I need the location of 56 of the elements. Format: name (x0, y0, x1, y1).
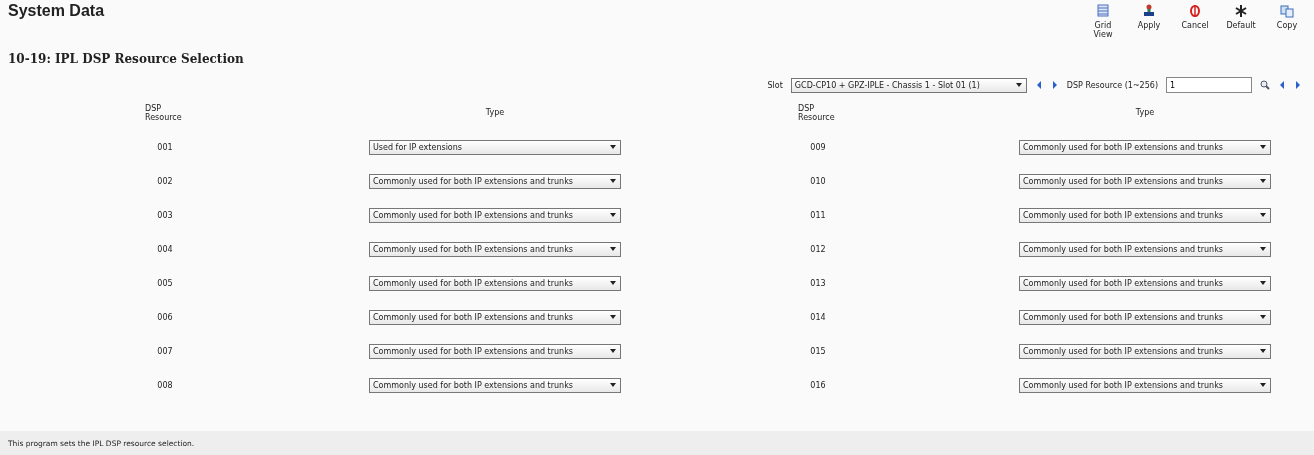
range-label: DSP Resource (1~256) (1066, 80, 1158, 90)
page-title: System Data (8, 2, 105, 21)
resource-number: 008 (157, 380, 173, 390)
copy-icon (1280, 4, 1294, 18)
search-icon (1260, 80, 1270, 90)
resource-number: 014 (810, 312, 826, 322)
dropdown[interactable]: Commonly used for both IP extensions and trunks (1019, 241, 1271, 257)
grid-icon (1096, 4, 1110, 18)
dropdown[interactable]: Commonly used for both IP extensions and trunks (1019, 139, 1271, 155)
resource-number: 007 (157, 346, 173, 356)
resource-number: 001 (157, 142, 173, 152)
resource-number: 004 (157, 244, 173, 254)
resource-number: 012 (810, 244, 826, 254)
toolbar-button[interactable]: Grid View (1082, 2, 1124, 46)
resource-number: 015 (810, 346, 826, 356)
resource-number: 011 (810, 210, 826, 220)
dropdown[interactable]: Used for IP extensions (369, 139, 621, 155)
resource-number: 009 (810, 142, 826, 152)
toolbar-button[interactable]: Cancel (1174, 2, 1216, 46)
next-arrow-icon (1294, 80, 1302, 90)
dropdown[interactable]: Commonly used for both IP extensions and trunks (1019, 173, 1271, 189)
toolbar-button[interactable]: Copy (1266, 2, 1308, 46)
column-header: Type (485, 108, 505, 118)
dropdown[interactable]: GCD-CP10 + GPZ-IPLE - Chassis 1 - Slot 01 (1) (790, 77, 1027, 93)
dropdown[interactable]: Commonly used for both IP extensions and trunks (369, 275, 621, 291)
dropdown[interactable]: Commonly used for both IP extensions and trunks (1019, 275, 1271, 291)
column-header: DSP Resource (145, 103, 183, 123)
dropdown[interactable]: Commonly used for both IP extensions and trunks (369, 309, 621, 325)
asterisk-icon (1234, 4, 1248, 18)
dropdown[interactable]: Commonly used for both IP extensions and trunks (369, 241, 621, 257)
resource-number: 016 (810, 380, 826, 390)
resource-number: 010 (810, 176, 826, 186)
section-title: 10-19: IPL DSP Resource Selection (7, 51, 245, 68)
dropdown[interactable]: Commonly used for both IP extensions and trunks (1019, 309, 1271, 325)
column-header: DSP Resource (798, 103, 836, 123)
resource-number: 003 (157, 210, 173, 220)
previous-arrow-icon (1278, 80, 1286, 90)
dropdown[interactable]: Commonly used for both IP extensions and trunks (1019, 343, 1271, 359)
resource-number: 006 (157, 312, 173, 322)
dropdown[interactable]: Commonly used for both IP extensions and trunks (369, 207, 621, 223)
toolbar-button[interactable]: Default (1220, 2, 1262, 46)
dropdown[interactable]: Commonly used for both IP extensions and trunks (1019, 207, 1271, 223)
dropdown[interactable]: Commonly used for both IP extensions and trunks (369, 377, 621, 393)
dropdown[interactable]: Commonly used for both IP extensions and trunks (1019, 377, 1271, 393)
resource-number: 005 (157, 278, 173, 288)
dropdown[interactable]: Commonly used for both IP extensions and trunks (369, 343, 621, 359)
next-arrow-icon (1050, 80, 1059, 90)
resource-number: 002 (157, 176, 173, 186)
column-header: Type (1135, 108, 1155, 118)
stamp-icon (1142, 4, 1156, 18)
input-field[interactable]: 1 (1166, 77, 1252, 93)
toolbar-button[interactable]: Apply (1128, 2, 1170, 46)
cancel-icon (1188, 4, 1202, 18)
dropdown[interactable]: Commonly used for both IP extensions and trunks (369, 173, 621, 189)
slot-label: Slot (767, 80, 783, 90)
resource-number: 013 (810, 278, 826, 288)
